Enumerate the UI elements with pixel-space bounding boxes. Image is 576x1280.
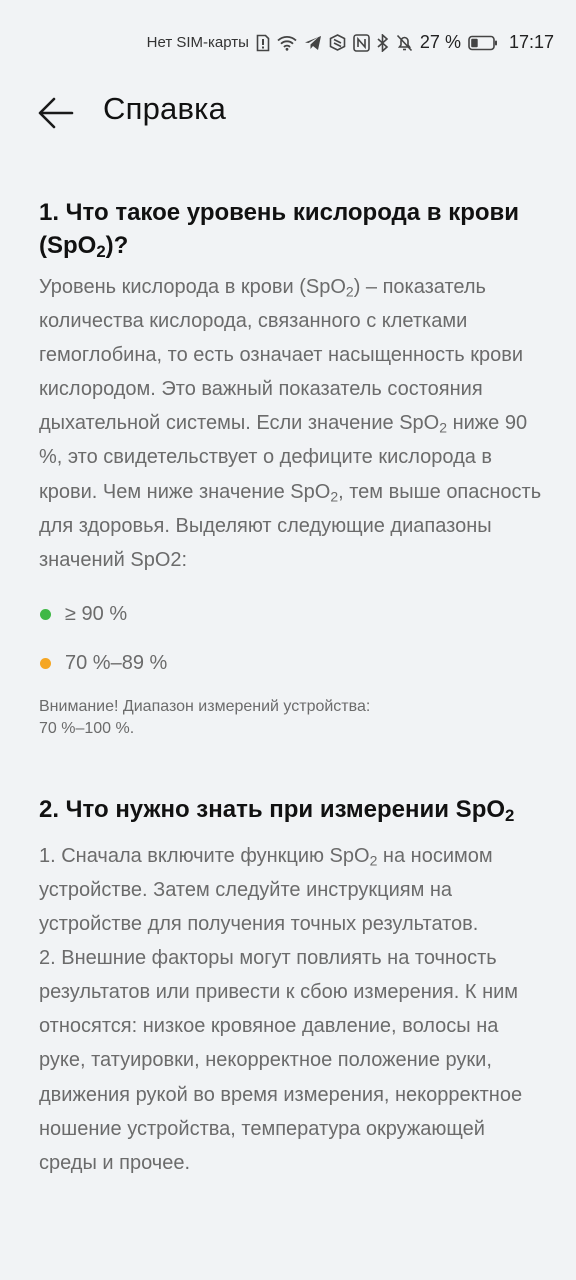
section-2-title: 2. Что нужно знать при измерении SpO2 bbox=[39, 795, 515, 826]
green-dot-icon bbox=[40, 609, 51, 621]
section-2-item-1: 1. Сначала включите функцию SpO2 на носи… bbox=[39, 844, 493, 936]
back-arrow-icon bbox=[38, 97, 74, 129]
orange-dot-icon bbox=[40, 658, 51, 670]
app-notification-icon bbox=[329, 34, 346, 51]
section-1-title: 1. Что такое уровень кислорода в крови (… bbox=[39, 199, 520, 262]
wifi-icon bbox=[277, 35, 297, 51]
measurement-range-note: Внимание! Диапазон измерений устройства:… bbox=[39, 697, 371, 737]
range-item-low: 70 %–89 % bbox=[39, 647, 544, 681]
nfc-icon bbox=[353, 33, 370, 52]
spo2-range-list: ≥ 90 % 70 %–89 % bbox=[39, 598, 544, 681]
status-row: Нет SIM-карты 27 % 17:17 bbox=[147, 32, 554, 53]
back-button[interactable] bbox=[36, 93, 76, 133]
page-title: Справка bbox=[103, 91, 227, 126]
clock: 17:17 bbox=[508, 32, 554, 52]
muted-bell-icon bbox=[396, 34, 413, 52]
section-2-item-2: 2. Внешние факторы могут повлиять на точ… bbox=[39, 947, 523, 1174]
section-1-body: Уровень кислорода в крови (SpO2) – показ… bbox=[39, 276, 542, 571]
range-label: ≥ 90 % bbox=[65, 603, 128, 626]
battery-percent: 27 % bbox=[419, 32, 461, 52]
app-header: Справка bbox=[0, 88, 576, 136]
carrier-label: Нет SIM-карты bbox=[146, 34, 249, 51]
range-item-normal: ≥ 90 % bbox=[39, 598, 544, 632]
telegram-icon bbox=[304, 35, 322, 51]
status-bar: Нет SIM-карты 27 % 17:17 bbox=[0, 0, 576, 88]
bluetooth-icon bbox=[377, 33, 389, 52]
help-content: 1. Что такое уровень кислорода в крови (… bbox=[39, 196, 544, 1180]
sim-alert-icon bbox=[256, 34, 270, 52]
range-label: 70 %–89 % bbox=[65, 652, 168, 675]
battery-icon bbox=[468, 35, 498, 51]
